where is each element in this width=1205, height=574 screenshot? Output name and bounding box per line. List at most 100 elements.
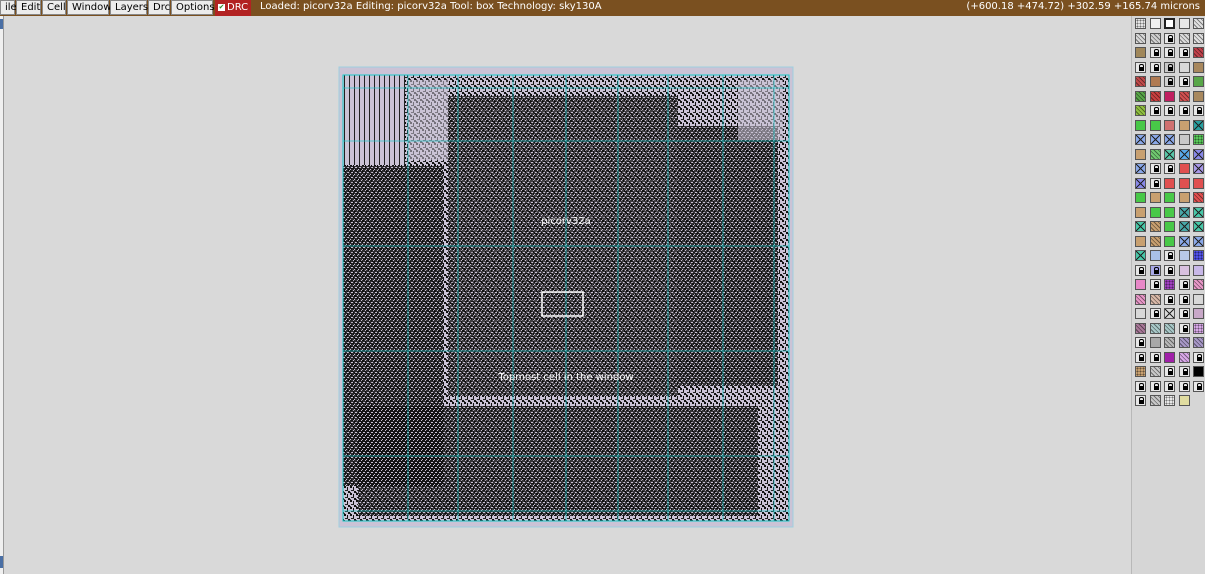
layer-swatch-icon[interactable] [1149,119,1161,131]
layer-swatch-icon[interactable] [1178,395,1190,406]
layer-swatch-icon[interactable] [1135,76,1146,87]
layer-swatch-icon[interactable] [1164,308,1175,319]
layer-swatch-icon[interactable] [1135,47,1146,58]
layer-swatch-icon[interactable] [1178,366,1190,377]
layer-swatch-icon[interactable] [1149,134,1161,145]
layer-swatch-icon[interactable] [1178,337,1190,348]
layer-swatch-icon[interactable] [1135,206,1146,218]
layer-swatch-icon[interactable] [1135,90,1146,102]
layer-swatch-icon[interactable] [1193,119,1204,131]
layer-swatch-icon[interactable] [1135,32,1146,44]
layer-swatch-icon[interactable] [1164,76,1175,87]
layer-swatch-icon[interactable] [1193,177,1204,189]
layer-swatch-icon[interactable] [1135,163,1146,174]
layer-swatch-icon[interactable] [1164,366,1175,377]
layer-swatch-icon[interactable] [1193,90,1204,102]
layer-swatch-icon[interactable] [1193,308,1204,319]
layer-swatch-icon[interactable] [1135,105,1146,116]
layer-swatch-icon[interactable] [1193,221,1204,232]
layer-swatch-icon[interactable] [1193,206,1204,218]
menu-file[interactable]: ile [0,0,17,15]
layer-swatch-icon[interactable] [1178,148,1190,160]
layer-swatch-icon[interactable] [1193,18,1204,29]
layer-swatch-icon[interactable] [1178,322,1190,334]
menu-cell[interactable]: Cell [42,0,66,15]
layer-swatch-icon[interactable] [1164,90,1175,102]
layer-swatch-icon[interactable] [1193,235,1204,247]
layer-swatch-icon[interactable] [1178,351,1190,363]
layer-swatch-icon[interactable] [1149,206,1161,218]
layout-view[interactable]: picorv32a Topmost cell in the window [338,66,794,528]
layer-swatch-icon[interactable] [1135,279,1146,290]
layer-swatch-icon[interactable] [1149,105,1161,116]
layer-swatch-icon[interactable] [1149,192,1161,203]
layer-swatch-icon[interactable] [1178,76,1190,87]
menu-edit[interactable]: Edit [16,0,41,15]
layer-swatch-icon[interactable] [1178,308,1190,319]
layer-swatch-icon[interactable] [1193,380,1204,392]
layer-swatch-icon[interactable] [1178,163,1190,174]
menu-options[interactable]: Options [171,0,215,15]
layer-swatch-icon[interactable] [1193,366,1204,377]
layer-swatch-icon[interactable] [1193,32,1204,44]
layer-swatch-icon[interactable] [1135,61,1146,73]
layer-swatch-icon[interactable] [1149,76,1161,87]
layer-swatch-icon[interactable] [1149,61,1161,73]
layer-swatch-icon[interactable] [1135,235,1146,247]
layer-swatch-icon[interactable] [1135,308,1146,319]
layer-swatch-icon[interactable] [1164,163,1175,174]
layer-swatch-icon[interactable] [1164,279,1175,290]
layer-swatch-icon[interactable] [1178,221,1190,232]
layer-swatch-icon[interactable] [1178,264,1190,276]
layer-swatch-icon[interactable] [1164,395,1175,406]
layer-swatch-icon[interactable] [1164,61,1175,73]
layer-swatch-icon[interactable] [1164,206,1175,218]
layer-swatch-icon[interactable] [1178,105,1190,116]
layer-swatch-icon[interactable] [1193,61,1204,73]
layer-swatch-icon[interactable] [1193,279,1204,290]
layer-swatch-icon[interactable] [1149,351,1161,363]
layer-swatch-icon[interactable] [1164,322,1175,334]
layer-swatch-icon[interactable] [1164,105,1175,116]
layer-swatch-icon[interactable] [1193,337,1204,348]
layer-swatch-icon[interactable] [1135,322,1146,334]
layer-swatch-icon[interactable] [1178,192,1190,203]
layer-swatch-icon[interactable] [1135,134,1146,145]
layer-swatch-icon[interactable] [1135,119,1146,131]
layer-swatch-icon[interactable] [1149,264,1161,276]
layer-swatch-icon[interactable] [1193,163,1204,174]
layer-swatch-icon[interactable] [1193,76,1204,87]
layer-swatch-icon[interactable] [1193,250,1204,261]
layer-swatch-icon[interactable] [1149,47,1161,58]
layer-swatch-icon[interactable] [1164,351,1175,363]
layer-swatch-icon[interactable] [1178,134,1190,145]
layer-swatch-icon[interactable] [1164,148,1175,160]
layer-swatch-icon[interactable] [1164,264,1175,276]
scroll-thumb-bottom[interactable] [0,556,3,568]
layer-swatch-icon[interactable] [1149,395,1161,406]
layer-swatch-icon[interactable] [1149,90,1161,102]
layer-swatch-icon[interactable] [1178,90,1190,102]
layer-swatch-icon[interactable] [1178,279,1190,290]
layer-swatch-icon[interactable] [1149,148,1161,160]
layer-swatch-icon[interactable] [1164,293,1175,305]
layer-swatch-icon[interactable] [1193,148,1204,160]
layer-swatch-icon[interactable] [1164,32,1175,44]
layer-swatch-icon[interactable] [1178,177,1190,189]
layer-swatch-icon[interactable] [1149,279,1161,290]
layer-swatch-icon[interactable] [1149,293,1161,305]
layer-swatch-icon[interactable] [1164,221,1175,232]
layer-swatch-icon[interactable] [1193,322,1204,334]
layer-swatch-icon[interactable] [1135,264,1146,276]
layer-swatch-icon[interactable] [1164,119,1175,131]
layer-swatch-icon[interactable] [1164,380,1175,392]
layer-swatch-icon[interactable] [1135,148,1146,160]
layer-swatch-icon[interactable] [1149,221,1161,232]
layer-swatch-icon[interactable] [1164,177,1175,189]
layer-swatch-icon[interactable] [1149,322,1161,334]
layer-swatch-icon[interactable] [1178,250,1190,261]
layer-swatch-icon[interactable] [1135,192,1146,203]
layer-swatch-icon[interactable] [1149,308,1161,319]
layer-swatch-icon[interactable] [1193,134,1204,145]
layer-swatch-icon[interactable] [1178,61,1190,73]
